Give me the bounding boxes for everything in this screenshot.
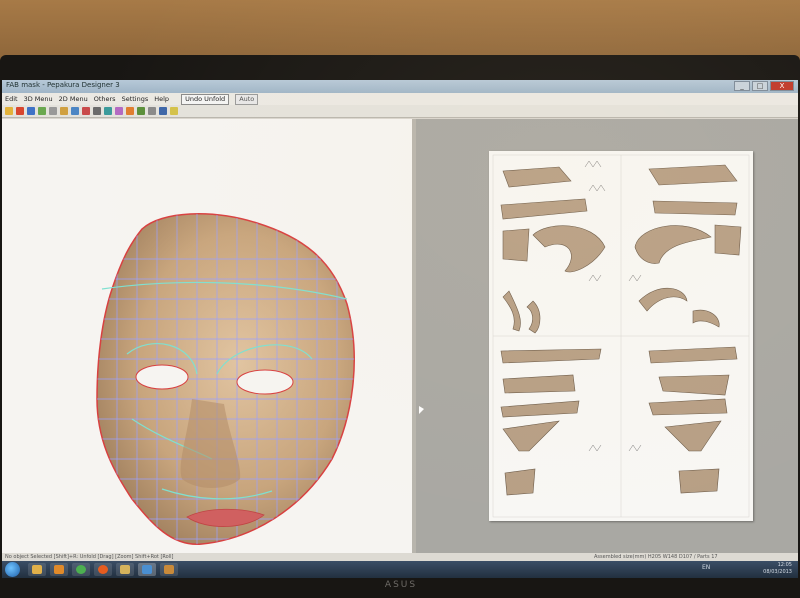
- left-eye-hole: [135, 364, 189, 390]
- texture-icon[interactable]: [126, 107, 134, 115]
- part-jaw-left[interactable]: [500, 400, 580, 418]
- screen: FAB mask - Pepakura Designer 3 _ □ X Edi…: [2, 80, 798, 578]
- 3d-view-panel[interactable]: [2, 119, 412, 553]
- taskbar: EN 12:05 08/03/2013: [2, 561, 798, 578]
- paper-sheet[interactable]: [489, 151, 753, 521]
- menu-2d[interactable]: 2D Menu: [59, 93, 88, 105]
- menu-bar: Edit 3D Menu 2D Menu Others Settings Hel…: [2, 93, 798, 105]
- open-icon[interactable]: [5, 107, 13, 115]
- 3d-face-model[interactable]: [2, 119, 412, 553]
- taskbar-pepakura[interactable]: [138, 563, 156, 576]
- taskbar-chrome[interactable]: [72, 563, 90, 576]
- part-cheek-low-right[interactable]: [658, 374, 730, 396]
- pepakura-icon: [142, 565, 152, 574]
- part-nose-bridge-right[interactable]: [648, 346, 738, 364]
- select-icon[interactable]: [60, 107, 68, 115]
- separator-icon: [49, 107, 57, 115]
- part-eye-ring-4[interactable]: [692, 309, 720, 328]
- status-hint: No object Selected [Shift]+R: Unfold [Dr…: [5, 554, 174, 560]
- part-brow-left[interactable]: [502, 166, 572, 188]
- clock[interactable]: 12:05 08/03/2013: [763, 562, 792, 576]
- part-nose-bridge-left[interactable]: [500, 348, 602, 364]
- part-lip-right[interactable]: [678, 468, 720, 494]
- menu-settings[interactable]: Settings: [122, 93, 149, 105]
- view-icon[interactable]: [159, 107, 167, 115]
- part-lip-left[interactable]: [504, 468, 536, 496]
- join-icon[interactable]: [82, 107, 90, 115]
- edit-icon[interactable]: [137, 107, 145, 115]
- menu-help[interactable]: Help: [154, 93, 169, 105]
- system-tray[interactable]: EN: [702, 564, 710, 571]
- taskbar-folder[interactable]: [160, 563, 178, 576]
- print-icon[interactable]: [38, 107, 46, 115]
- save-icon[interactable]: [27, 107, 35, 115]
- maximize-button[interactable]: □: [752, 81, 768, 91]
- taskbar-explorer[interactable]: [28, 563, 46, 576]
- status-size: Assembled size(mm) H205 W148 D107 / Part…: [594, 554, 718, 560]
- monitor-brand: ASUS: [384, 580, 418, 590]
- menu-3d[interactable]: 3D Menu: [24, 93, 53, 105]
- part-chin-right[interactable]: [664, 420, 722, 452]
- right-eye-hole: [236, 369, 294, 395]
- part-cheek-low-left[interactable]: [502, 374, 576, 394]
- window-title: FAB mask - Pepakura Designer 3: [6, 81, 120, 89]
- status-bar: No object Selected [Shift]+R: Unfold [Dr…: [2, 553, 798, 561]
- firefox-icon: [98, 565, 108, 574]
- folder-icon: [32, 565, 42, 574]
- chrome-icon: [76, 565, 86, 574]
- unfolded-parts[interactable]: [489, 151, 753, 521]
- minimize-button[interactable]: _: [734, 81, 750, 91]
- undo-unfold-button[interactable]: Undo Unfold: [181, 94, 230, 105]
- app-icon: [164, 565, 174, 574]
- part-eye-ring-3[interactable]: [638, 287, 688, 312]
- tab-flaps: [584, 160, 642, 452]
- taskbar-paint[interactable]: [116, 563, 134, 576]
- paint-icon: [120, 565, 130, 574]
- unfold-icon[interactable]: [16, 107, 24, 115]
- rotate-icon[interactable]: [71, 107, 79, 115]
- title-bar: FAB mask - Pepakura Designer 3 _ □ X: [2, 80, 798, 93]
- part-brow-right[interactable]: [648, 164, 738, 186]
- mouse-cursor: [419, 406, 424, 414]
- part-eye-ring-2[interactable]: [526, 300, 541, 334]
- toolbar: [2, 105, 798, 118]
- move-icon[interactable]: [93, 107, 101, 115]
- menu-others[interactable]: Others: [94, 93, 116, 105]
- close-button[interactable]: X: [770, 81, 794, 91]
- part-chin-left[interactable]: [502, 420, 560, 452]
- clock-date: 08/03/2013: [763, 569, 792, 575]
- menu-edit[interactable]: Edit: [5, 93, 18, 105]
- taskbar-firefox[interactable]: [94, 563, 112, 576]
- part-temple-left[interactable]: [502, 228, 530, 262]
- taskbar-media[interactable]: [50, 563, 68, 576]
- part-jaw-right[interactable]: [648, 398, 728, 416]
- clock-time: 12:05: [777, 562, 792, 568]
- auto-button[interactable]: Auto: [235, 94, 259, 105]
- zoom-icon[interactable]: [148, 107, 156, 115]
- part-eye-ring-1[interactable]: [502, 290, 521, 332]
- flap-icon[interactable]: [115, 107, 123, 115]
- light-icon[interactable]: [170, 107, 178, 115]
- window-controls: _ □ X: [734, 81, 794, 91]
- media-player-icon: [54, 565, 64, 574]
- part-cheek-left[interactable]: [532, 225, 606, 273]
- part-forehead-left[interactable]: [500, 198, 588, 220]
- fold-icon[interactable]: [104, 107, 112, 115]
- part-temple-right[interactable]: [714, 224, 742, 256]
- 2d-view-panel[interactable]: [416, 119, 798, 553]
- start-button[interactable]: [5, 562, 20, 577]
- language-indicator[interactable]: EN: [702, 564, 710, 571]
- part-cheek-right[interactable]: [634, 225, 712, 264]
- part-forehead-right[interactable]: [652, 200, 738, 216]
